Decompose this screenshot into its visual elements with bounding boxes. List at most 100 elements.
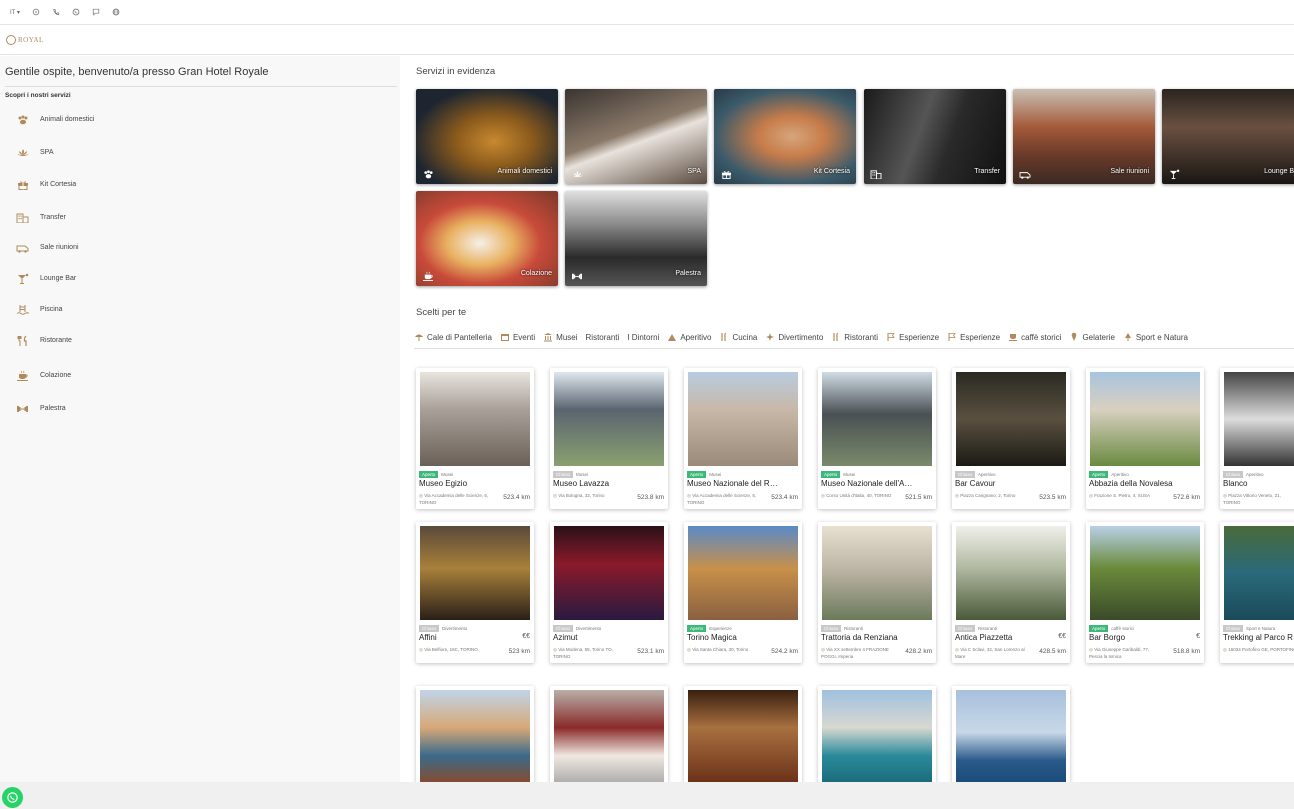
sidebar-item-transfer[interactable]: Transfer <box>15 211 66 223</box>
place-image <box>554 526 664 620</box>
category-badge: caffè storici <box>1111 626 1134 631</box>
featured-tile-label: Animali domestici <box>497 168 552 175</box>
phone-icon[interactable] <box>52 8 60 16</box>
place-address-text: Via Accademia delle Scienze, 6, TORINO <box>419 493 489 505</box>
category-tab[interactable]: Musei <box>543 332 578 342</box>
category-tab[interactable]: Cucina <box>719 332 757 342</box>
sidebar-item-label: Colazione <box>40 371 72 379</box>
featured-tile[interactable]: Animali domestici <box>416 89 558 184</box>
category-tab-label: I Dintorni <box>627 332 660 342</box>
category-tab[interactable]: Eventi <box>500 332 535 342</box>
category-tab[interactable]: Aperitivo <box>667 332 711 342</box>
category-tab[interactable]: Esperienze <box>886 332 939 342</box>
sidebar-item-spa[interactable]: SPA <box>15 146 54 158</box>
place-card[interactable]: Aperto Aperitivo Abbazia della Novalesa ◎ F… <box>1086 368 1204 509</box>
sidebar-item-piscina[interactable]: Piscina <box>15 303 63 315</box>
van-icon <box>1019 166 1031 179</box>
category-tab-label: Gelaterie <box>1082 332 1115 342</box>
featured-tile[interactable]: Sale riunioni <box>1013 89 1155 184</box>
category-tab[interactable]: Cale di Pantelleria <box>414 332 492 342</box>
category-tab-label: Aperitivo <box>680 332 712 342</box>
sidebar-item-ristorante[interactable]: Ristorante <box>15 334 72 346</box>
place-card[interactable]: Aperto Musei Museo Egizio ◎ Via Accademia d… <box>416 368 534 509</box>
sidebar-item-sale-riunioni[interactable]: Sale riunioni <box>15 241 79 253</box>
place-name: Trekking al Parco R <box>1223 633 1293 642</box>
featured-tile-label: Palestra <box>675 270 701 277</box>
category-tab[interactable]: Sport e Natura <box>1123 332 1188 342</box>
paw-icon <box>422 166 434 179</box>
language-selector[interactable]: IT ▾ <box>10 9 20 16</box>
featured-tile-label: Kit Cortesia <box>813 168 850 175</box>
category-tab[interactable]: Ristoranti <box>586 332 620 342</box>
hotel-logo[interactable]: ROYAL <box>6 34 44 45</box>
place-image <box>1224 372 1294 466</box>
place-badges: Chiuso Aperitivo <box>955 471 996 478</box>
place-address: ◎ Via Accademia delle Scienze, 5, TORINO <box>687 492 761 506</box>
place-address: ◎ Via Santa Chiara, 30, Torino <box>687 646 761 653</box>
place-card[interactable]: Chiuso Aperitivo Blanco ◎ Piazza Vittorio V… <box>1220 368 1294 509</box>
place-card[interactable]: Chiuso Ristoranti Antica Piazzetta €€ ◎ Via … <box>952 522 1070 663</box>
sparkle-icon <box>766 333 775 341</box>
cocktail-icon <box>15 272 29 284</box>
featured-tile-label: SPA <box>687 168 702 175</box>
chat-icon[interactable] <box>92 8 100 16</box>
sidebar-item-kit-cortesia[interactable]: Kit Cortesia <box>15 178 76 190</box>
location-icon[interactable] <box>32 8 40 16</box>
place-card[interactable]: Chiuso Aperitivo Bar Cavour ◎ Piazza Carign… <box>952 368 1070 509</box>
place-address: ◎ Piazza Vittorio Veneto, 21, TORINO <box>1223 492 1294 506</box>
globe-icon[interactable] <box>112 8 120 16</box>
featured-tile[interactable]: Colazione <box>416 191 558 286</box>
place-card[interactable]: Aperto Esperienze Torino Magica ◎ Via Santa… <box>684 522 802 663</box>
bottom-bar <box>0 782 1294 809</box>
category-tab[interactable]: Gelaterie <box>1069 332 1115 342</box>
category-tab[interactable]: Divertimento <box>765 332 823 342</box>
place-name: Museo Egizio <box>419 479 468 488</box>
category-tab[interactable]: I Dintorni <box>627 332 659 342</box>
whatsapp-icon[interactable] <box>72 8 80 16</box>
place-card[interactable]: Chiuso Musei Museo Lavazza ◎ Via Bologna, 3… <box>550 368 668 509</box>
sidebar-item-colazione[interactable]: Colazione <box>15 369 71 381</box>
category-tab-label: Ristoranti <box>844 332 879 342</box>
sidebar-item-palestra[interactable]: Palestra <box>15 402 66 414</box>
category-badge: Aperitivo <box>978 472 996 477</box>
place-card[interactable]: Aperto Musei Museo Nazionale del Ris... ◎ V… <box>684 368 802 509</box>
featured-tile[interactable]: Lounge Ba <box>1162 89 1294 184</box>
status-badge: Chiuso <box>553 471 574 478</box>
featured-tile[interactable]: Palestra <box>565 191 707 286</box>
featured-tile[interactable]: Transfer <box>864 89 1006 184</box>
place-name: Blanco <box>1223 479 1248 488</box>
status-badge: Aperto <box>419 471 439 478</box>
place-name: Bar Borgo <box>1089 633 1126 642</box>
place-card[interactable]: Aperto Musei Museo Nazionale dell'Au... ◎ C… <box>818 368 936 509</box>
place-name: Affini <box>419 633 437 642</box>
umbrella-icon <box>415 334 423 341</box>
place-card[interactable] <box>952 686 1070 782</box>
place-card[interactable]: Aperto caffè storici Bar Borgo € ◎ Via Giuse… <box>1086 522 1204 663</box>
place-card[interactable]: Chiuso Divertimento Azimut ◎ Via Modena, 55… <box>550 522 668 663</box>
place-card[interactable] <box>550 686 668 782</box>
sidebar-item-label: Piscina <box>40 305 63 313</box>
category-badge: Musei <box>843 472 856 477</box>
place-card[interactable] <box>684 686 802 782</box>
category-tab[interactable]: caffè storici <box>1008 332 1061 342</box>
place-address-text: Via Giuseppe Garibaldi, 77, Pescia la Is… <box>1089 647 1150 659</box>
place-card[interactable]: Chiuso Sport e Natura Trekking al Parco R ◎… <box>1220 522 1294 663</box>
place-card[interactable]: Chiuso Divertimento Affini €€ ◎ Via Belfiore… <box>416 522 534 663</box>
place-card[interactable] <box>818 686 936 782</box>
category-tab[interactable]: Esperienze <box>947 332 1000 342</box>
sidebar-item-lounge-bar[interactable]: Lounge Bar <box>15 272 76 284</box>
featured-tile[interactable]: Kit Cortesia <box>714 89 856 184</box>
sidebar-item-animali-domestici[interactable]: Animali domestici <box>15 113 94 125</box>
status-badge: Chiuso <box>1223 625 1244 632</box>
place-address: ◎ Via Accademia delle Scienze, 6, TORINO <box>419 492 493 506</box>
whatsapp-float-button[interactable] <box>2 787 23 808</box>
van-icon <box>15 241 29 253</box>
place-address-text: Via Accademia delle Scienze, 5, TORINO <box>687 493 757 505</box>
category-tab[interactable]: Ristoranti <box>831 332 878 342</box>
place-address: ◎ Frazione S. Pietro, 4, SUSA <box>1089 492 1163 499</box>
place-card[interactable] <box>416 686 534 782</box>
building-icon <box>870 166 882 180</box>
featured-tile[interactable]: SPA <box>565 89 707 184</box>
dumbbell-icon <box>15 402 29 414</box>
place-card[interactable]: Chiuso Ristoranti Trattoria da Renziana ◎ V… <box>818 522 936 663</box>
